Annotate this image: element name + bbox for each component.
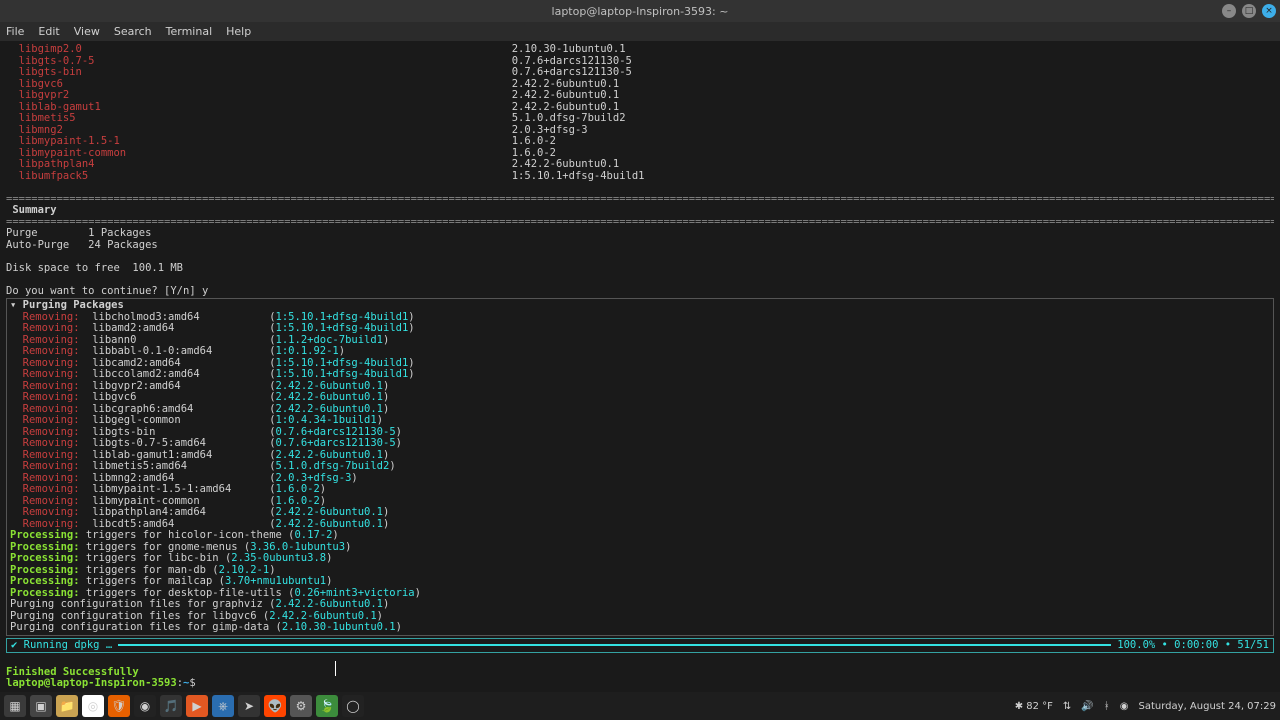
menu-search[interactable]: Search <box>114 25 152 38</box>
menu-bar: File Edit View Search Terminal Help <box>0 22 1280 42</box>
close-button[interactable]: × <box>1262 4 1276 18</box>
firefox-icon[interactable]: 🛡 <box>108 695 130 717</box>
tray-clock[interactable]: Saturday, August 24, 07:29 <box>1139 701 1277 712</box>
window-titlebar: laptop@laptop-Inspiron-3593: ~ – □ × <box>0 0 1280 22</box>
chrome-icon[interactable]: ◎ <box>82 695 104 717</box>
settings-icon[interactable]: ⚙ <box>290 695 312 717</box>
reddit-icon[interactable]: 👽 <box>264 695 286 717</box>
taskbar: ▦ ▣ 📁 ◎ 🛡 ◉ 🎵 ▶ ⎈ ➤ 👽 ⚙ 🍃 ◯ ✱ 82 °F ⇅ 🔊 … <box>0 692 1280 720</box>
tray-bluetooth-icon[interactable]: ᚼ <box>1104 701 1110 712</box>
files-icon[interactable]: 📁 <box>56 695 78 717</box>
menu-help[interactable]: Help <box>226 25 251 38</box>
menu-edit[interactable]: Edit <box>38 25 59 38</box>
menu-terminal[interactable]: Terminal <box>166 25 213 38</box>
obs-icon[interactable]: ◯ <box>342 695 364 717</box>
maximize-button[interactable]: □ <box>1242 4 1256 18</box>
start-menu-icon[interactable]: ▦ <box>4 695 26 717</box>
leaf-icon[interactable]: 🍃 <box>316 695 338 717</box>
tray-audio-icon[interactable]: 🔊 <box>1081 701 1093 712</box>
terminal-app-icon[interactable]: ▣ <box>30 695 52 717</box>
weather-widget[interactable]: ✱ 82 °F <box>1015 701 1053 712</box>
menu-view[interactable]: View <box>74 25 100 38</box>
terminal-output[interactable]: libgimp2.0 2.10.30-1ubuntu0.1 <box>0 42 1280 692</box>
menu-file[interactable]: File <box>6 25 24 38</box>
play-icon[interactable]: ▶ <box>186 695 208 717</box>
kate-icon[interactable]: ➤ <box>238 695 260 717</box>
virtualbox-icon[interactable]: ⎈ <box>212 695 234 717</box>
tray-obs-icon[interactable]: ◉ <box>1120 701 1129 712</box>
tray-network-icon[interactable]: ⇅ <box>1063 701 1071 712</box>
window-title: laptop@laptop-Inspiron-3593: ~ <box>552 5 729 18</box>
text-cursor <box>335 661 336 676</box>
system-tray: ✱ 82 °F ⇅ 🔊 ᚼ ◉ Saturday, August 24, 07:… <box>1015 701 1276 712</box>
music-icon[interactable]: 🎵 <box>160 695 182 717</box>
steam-icon[interactable]: ◉ <box>134 695 156 717</box>
minimize-button[interactable]: – <box>1222 4 1236 18</box>
